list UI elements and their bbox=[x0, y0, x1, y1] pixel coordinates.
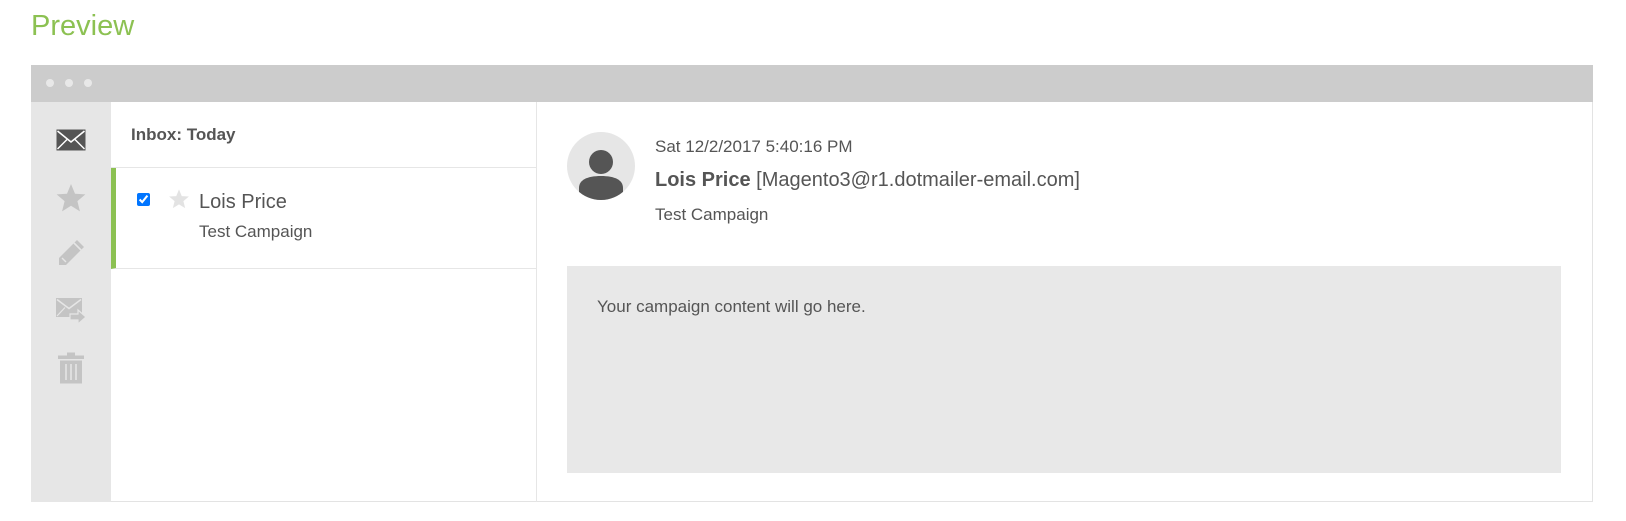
forward-icon[interactable] bbox=[55, 295, 87, 327]
folder-icon-rail bbox=[31, 102, 111, 502]
sender-email: [Magento3@r1.dotmailer-email.com] bbox=[756, 169, 1080, 191]
star-icon[interactable] bbox=[168, 188, 190, 210]
message-date: Sat 12/2/2017 5:40:16 PM bbox=[655, 137, 853, 156]
list-header: Inbox: Today bbox=[111, 102, 536, 168]
message-list: Inbox: Today Lois Price Test Campaign bbox=[111, 102, 537, 502]
message-list-item[interactable]: Lois Price Test Campaign bbox=[111, 168, 536, 269]
compose-icon[interactable] bbox=[55, 237, 87, 269]
page-title: Preview bbox=[31, 10, 135, 42]
starred-icon[interactable] bbox=[55, 182, 87, 214]
message-body: Your campaign content will go here. bbox=[567, 266, 1561, 473]
trash-icon[interactable] bbox=[55, 352, 87, 384]
window-dot bbox=[84, 79, 92, 87]
window-dot bbox=[65, 79, 73, 87]
message-subject: Test Campaign bbox=[199, 222, 313, 241]
user-avatar-icon bbox=[579, 150, 623, 200]
inbox-icon[interactable] bbox=[55, 124, 87, 156]
message-from: Lois Price [Magento3@r1.dotmailer-email.… bbox=[655, 169, 1080, 192]
avatar bbox=[567, 132, 635, 200]
email-client-window: Inbox: Today Lois Price Test Campaign Sa… bbox=[31, 65, 1593, 502]
message-select-checkbox[interactable] bbox=[137, 193, 150, 206]
reading-pane: Sat 12/2/2017 5:40:16 PM Lois Price [Mag… bbox=[537, 102, 1593, 502]
sender-name: Lois Price bbox=[655, 169, 751, 191]
window-titlebar bbox=[31, 65, 1593, 102]
message-subject-line: Test Campaign bbox=[655, 205, 769, 224]
message-body-text: Your campaign content will go here. bbox=[597, 297, 866, 316]
list-header-title: Inbox: Today bbox=[131, 125, 236, 144]
window-dot bbox=[46, 79, 54, 87]
message-sender: Lois Price bbox=[199, 191, 287, 213]
